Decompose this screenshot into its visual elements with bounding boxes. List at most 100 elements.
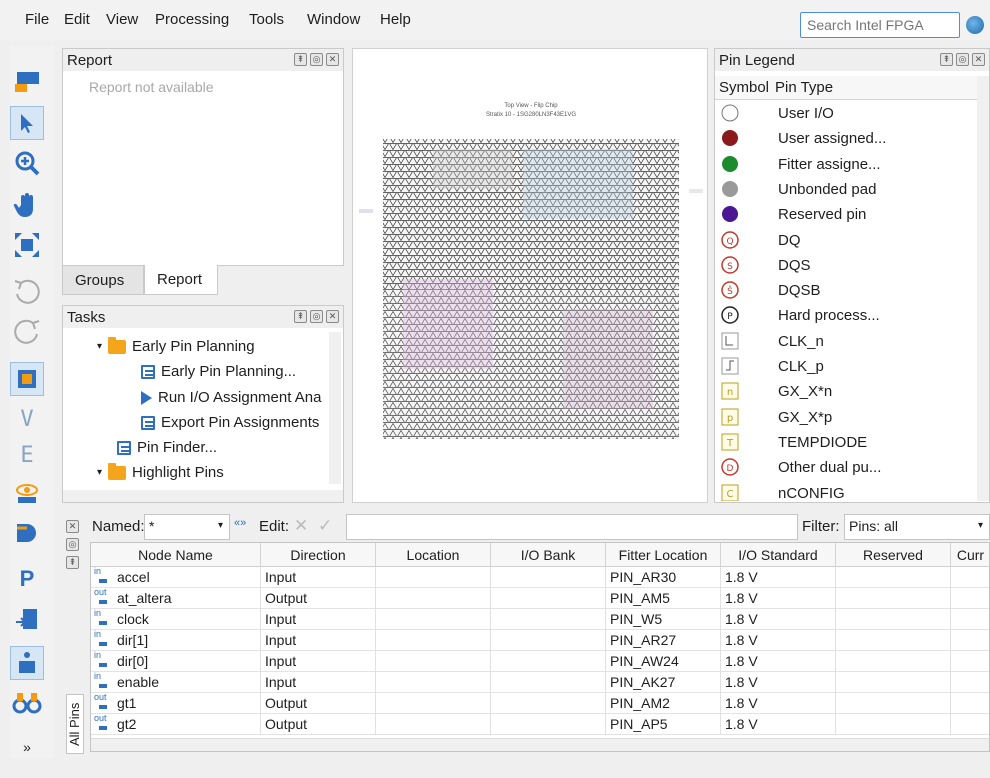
cell-bank[interactable] (491, 630, 606, 651)
table-row[interactable]: out gt1 Output PIN_AM2 1.8 V (91, 693, 989, 714)
column-header[interactable]: I/O Bank (491, 543, 606, 567)
table-row[interactable]: in enable Input PIN_AK27 1.8 V (91, 672, 989, 693)
column-header[interactable]: Direction (261, 543, 376, 567)
task-early-pin-planning-folder[interactable]: ▾ Early Pin Planning (97, 336, 255, 355)
legend-scrollbar[interactable] (977, 76, 989, 501)
cancel-edit-icon[interactable]: ✕ (294, 516, 308, 536)
cell-reserved[interactable] (836, 672, 951, 693)
cell-direction[interactable]: Output (261, 588, 376, 609)
accept-edit-icon[interactable]: ✓ (318, 516, 332, 536)
cell-fitter[interactable]: PIN_AK27 (606, 672, 721, 693)
close-panel-icon[interactable]: ✕ (972, 53, 985, 66)
column-header[interactable]: Curr (951, 543, 989, 567)
cell-location[interactable] (376, 651, 491, 672)
cell-direction[interactable]: Input (261, 672, 376, 693)
float-panel-icon[interactable]: ◎ (956, 53, 969, 66)
cell-name[interactable]: in accel (91, 567, 261, 588)
cell-direction[interactable]: Input (261, 609, 376, 630)
cell-name[interactable]: out gt2 (91, 714, 261, 735)
table-hscrollbar[interactable] (91, 738, 989, 751)
chevron-down-icon[interactable]: ▾ (97, 467, 102, 478)
chip-planner-view[interactable]: Top View - Flip Chip Stratix 10 - 1SG280… (352, 48, 708, 503)
cell-bank[interactable] (491, 609, 606, 630)
task-highlight-pins-folder[interactable]: ▾ Highlight Pins (97, 462, 224, 481)
cell-location[interactable] (376, 672, 491, 693)
tasks-hscrollbar[interactable] (63, 490, 343, 502)
cell-bank[interactable] (491, 651, 606, 672)
edit-input[interactable] (346, 514, 798, 540)
cell-reserved[interactable] (836, 651, 951, 672)
cell-reserved[interactable] (836, 567, 951, 588)
cell-fitter[interactable]: PIN_AM5 (606, 588, 721, 609)
export-icon[interactable] (10, 602, 44, 636)
chip-view-icon[interactable] (10, 362, 44, 396)
cell-fitter[interactable]: PIN_AM2 (606, 693, 721, 714)
globe-icon[interactable] (966, 16, 984, 34)
column-header[interactable]: Fitter Location (606, 543, 721, 567)
cell-std[interactable]: 1.8 V (721, 672, 836, 693)
cell-location[interactable] (376, 630, 491, 651)
cell-fitter[interactable]: PIN_AR27 (606, 630, 721, 651)
close-panel-icon[interactable]: ✕ (66, 520, 79, 533)
table-row[interactable]: in clock Input PIN_W5 1.8 V (91, 609, 989, 630)
column-header[interactable]: Reserved (836, 543, 951, 567)
pin-icon[interactable] (10, 516, 44, 550)
menu-file[interactable]: File (25, 11, 49, 28)
named-combo[interactable]: * ▾ (144, 514, 230, 540)
cell-std[interactable]: 1.8 V (721, 588, 836, 609)
cell-reserved[interactable] (836, 714, 951, 735)
cell-std[interactable]: 1.8 V (721, 630, 836, 651)
cell-std[interactable]: 1.8 V (721, 714, 836, 735)
cell-bank[interactable] (491, 672, 606, 693)
cell-bank[interactable] (491, 567, 606, 588)
compile-icon[interactable] (10, 64, 44, 98)
menu-help[interactable]: Help (380, 11, 411, 28)
float-panel-icon[interactable]: ◎ (66, 538, 79, 551)
cell-name[interactable]: out at_altera (91, 588, 261, 609)
tasks-scrollbar[interactable] (329, 332, 341, 484)
eye-icon[interactable] (10, 476, 44, 510)
cell-bank[interactable] (491, 714, 606, 735)
menu-window[interactable]: Window (307, 11, 360, 28)
redo-icon[interactable] (10, 314, 44, 348)
cell-fitter[interactable]: PIN_W5 (606, 609, 721, 630)
table-row[interactable]: in dir[1] Input PIN_AR27 1.8 V (91, 630, 989, 651)
pin-grid[interactable] (373, 129, 689, 459)
cell-std[interactable]: 1.8 V (721, 567, 836, 588)
tab-report[interactable]: Report (144, 265, 218, 295)
chevron-down-icon[interactable]: ▾ (97, 341, 102, 352)
io-bank-icon[interactable]: V (10, 402, 44, 436)
pin-panel-icon[interactable]: ⇞ (940, 53, 953, 66)
info-icon[interactable] (10, 646, 44, 680)
pin-panel-icon[interactable]: ⇞ (294, 310, 307, 323)
cell-location[interactable] (376, 714, 491, 735)
cell-reserved[interactable] (836, 693, 951, 714)
pin-panel-icon[interactable]: ⇞ (66, 556, 79, 569)
table-row[interactable]: in accel Input PIN_AR30 1.8 V (91, 567, 989, 588)
cell-fitter[interactable]: PIN_AW24 (606, 651, 721, 672)
assign-node-icon[interactable]: «» (234, 517, 246, 529)
task-run-io-assignment[interactable]: Run I/O Assignment Ana (141, 389, 321, 406)
cell-std[interactable]: 1.8 V (721, 651, 836, 672)
cell-direction[interactable]: Output (261, 693, 376, 714)
hand-pan-icon[interactable] (10, 188, 44, 222)
table-row[interactable]: out gt2 Output PIN_AP5 1.8 V (91, 714, 989, 735)
select-arrow-icon[interactable] (10, 106, 44, 140)
cell-fitter[interactable]: PIN_AR30 (606, 567, 721, 588)
cell-name[interactable]: in enable (91, 672, 261, 693)
cell-name[interactable]: out gt1 (91, 693, 261, 714)
task-export-pin-assignments[interactable]: Export Pin Assignments (141, 414, 319, 431)
cell-bank[interactable] (491, 588, 606, 609)
cell-direction[interactable]: Input (261, 651, 376, 672)
menu-tools[interactable]: Tools (249, 11, 284, 28)
cell-std[interactable]: 1.8 V (721, 693, 836, 714)
table-row[interactable]: out at_altera Output PIN_AM5 1.8 V (91, 588, 989, 609)
cell-fitter[interactable]: PIN_AP5 (606, 714, 721, 735)
zoom-in-icon[interactable] (10, 146, 44, 180)
menu-processing[interactable]: Processing (155, 11, 229, 28)
column-header[interactable]: Node Name (91, 543, 261, 567)
cell-location[interactable] (376, 609, 491, 630)
menu-view[interactable]: View (106, 11, 138, 28)
float-panel-icon[interactable]: ◎ (310, 53, 323, 66)
task-pin-finder[interactable]: Pin Finder... (117, 439, 217, 456)
